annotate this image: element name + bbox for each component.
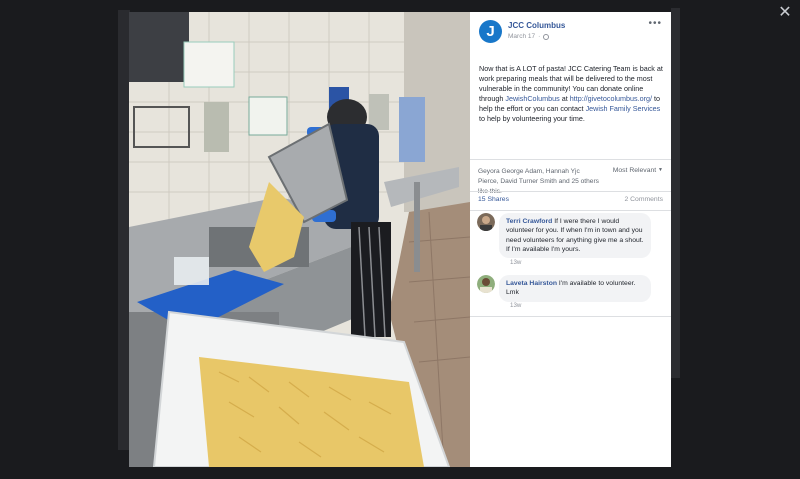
- post-header: J JCC Columbus March 17 · •••: [470, 12, 671, 62]
- divider: [470, 159, 671, 160]
- more-options-icon[interactable]: •••: [648, 18, 662, 29]
- comment-timestamp[interactable]: 13w: [510, 259, 521, 266]
- comment-timestamp[interactable]: 13w: [510, 302, 521, 309]
- close-icon[interactable]: ✕: [776, 4, 794, 22]
- globe-icon: [543, 33, 550, 40]
- post-meta: March 17 ·: [508, 33, 550, 40]
- shares-link[interactable]: 15 Shares: [478, 196, 509, 203]
- post-photo[interactable]: [129, 12, 470, 467]
- separator-dot: ·: [538, 33, 541, 40]
- comment-bubble: Terri Crawford If I were there I would v…: [499, 213, 651, 259]
- post-details-panel: J JCC Columbus March 17 · ••• Now that i…: [470, 12, 671, 467]
- caret-down-icon: ▼: [658, 167, 663, 174]
- comment-item: Terri Crawford If I were there I would v…: [477, 213, 667, 273]
- jewish-family-services-link[interactable]: Jewish Family Services: [586, 104, 661, 113]
- divider: [470, 210, 671, 211]
- post-text-part: to help by volunteering your time.: [479, 114, 585, 123]
- kitchen-photo-illustration: [129, 12, 470, 467]
- comment-author-link[interactable]: Terri Crawford: [506, 218, 552, 225]
- divider: [470, 316, 671, 317]
- commenter-avatar[interactable]: [477, 275, 495, 293]
- page-name-link[interactable]: JCC Columbus: [508, 21, 565, 30]
- comment-sort-dropdown[interactable]: Most Relevant ▼: [613, 167, 663, 174]
- page-avatar[interactable]: J: [479, 20, 502, 43]
- comment-item: Laveta Hairston I'm available to volunte…: [477, 275, 667, 315]
- divider: [470, 191, 671, 192]
- commenter-avatar[interactable]: [477, 213, 495, 231]
- likes-summary[interactable]: Geyora George Adam, Hannah Yjc Pierce, D…: [478, 167, 600, 197]
- post-text-part: at: [559, 94, 570, 103]
- comments-count-link[interactable]: 2 Comments: [624, 196, 663, 203]
- post-text: Now that is A LOT of pasta! JCC Catering…: [479, 64, 665, 124]
- post-date[interactable]: March 17: [508, 33, 535, 40]
- jewishcolumbus-link[interactable]: JewishColumbus: [505, 94, 559, 103]
- givetocolumbus-link[interactable]: http://givetocolumbus.org/: [570, 94, 652, 103]
- comment-author-link[interactable]: Laveta Hairston: [506, 280, 557, 287]
- comment-sort-label: Most Relevant: [612, 167, 657, 174]
- comment-bubble: Laveta Hairston I'm available to volunte…: [499, 275, 651, 302]
- background-page-edge-right: [671, 8, 680, 378]
